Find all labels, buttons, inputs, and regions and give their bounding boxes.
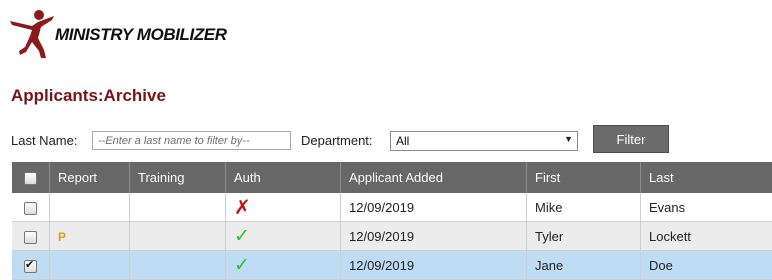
first-name-cell: Tyler	[527, 222, 641, 251]
filter-bar: Last Name: Department: All ▼ Filter	[11, 125, 771, 155]
auth-approved-icon: ✓	[234, 226, 250, 247]
training-cell	[130, 222, 226, 251]
last-name-label: Last Name:	[11, 133, 77, 148]
report-flag[interactable]: P	[58, 230, 66, 244]
column-header-applicant-added[interactable]: Applicant Added	[341, 162, 527, 193]
row-checkbox[interactable]	[24, 231, 37, 244]
table-header-row: Report Training Auth Applicant Added Fir…	[12, 162, 772, 193]
applicant-added-cell: 12/09/2019	[341, 222, 527, 251]
applicant-added-cell: 12/09/2019	[341, 193, 527, 222]
row-select-cell	[12, 222, 50, 251]
column-header-report[interactable]: Report	[50, 162, 130, 193]
chevron-down-icon: ▼	[564, 134, 573, 144]
department-selected-value: All	[396, 134, 409, 148]
select-all-header	[12, 162, 50, 193]
training-cell	[130, 251, 226, 280]
auth-approved-icon: ✓	[234, 255, 250, 276]
first-name-cell: Mike	[527, 193, 641, 222]
last-name-cell: Evans	[641, 193, 772, 222]
column-header-auth[interactable]: Auth	[226, 162, 341, 193]
app-logo[interactable]: MINISTRY MOBILIZER	[8, 8, 248, 63]
training-cell	[130, 193, 226, 222]
report-cell	[50, 193, 130, 222]
applicant-added-cell: 12/09/2019	[341, 251, 527, 280]
report-cell	[50, 251, 130, 280]
auth-cell: ✓	[226, 222, 341, 251]
column-header-first[interactable]: First	[527, 162, 641, 193]
auth-denied-icon: ✗	[234, 197, 251, 219]
table-row[interactable]: P ✓ 12/09/2019 Tyler Lockett	[12, 222, 772, 251]
last-name-cell: Lockett	[641, 222, 772, 251]
running-figure-icon	[8, 8, 56, 60]
auth-cell: ✗	[226, 193, 341, 222]
department-select[interactable]: All ▼	[390, 131, 578, 151]
row-select-cell	[12, 193, 50, 222]
row-select-cell	[12, 251, 50, 280]
report-cell: P	[50, 222, 130, 251]
applicants-table: Report Training Auth Applicant Added Fir…	[12, 162, 772, 280]
table-row[interactable]: ✗ 12/09/2019 Mike Evans	[12, 193, 772, 222]
page-title: Applicants:Archive	[11, 86, 166, 106]
select-all-checkbox[interactable]	[24, 172, 37, 185]
last-name-cell: Doe	[641, 251, 772, 280]
row-checkbox[interactable]	[24, 260, 37, 273]
column-header-last[interactable]: Last	[641, 162, 772, 193]
row-checkbox[interactable]	[24, 202, 37, 215]
column-header-training[interactable]: Training	[130, 162, 226, 193]
first-name-cell: Jane	[527, 251, 641, 280]
logo-text: MINISTRY MOBILIZER	[55, 25, 227, 45]
auth-cell: ✓	[226, 251, 341, 280]
filter-button[interactable]: Filter	[593, 125, 669, 153]
last-name-filter-input[interactable]	[92, 131, 291, 150]
table-row[interactable]: ✓ 12/09/2019 Jane Doe	[12, 251, 772, 280]
department-label: Department:	[301, 133, 373, 148]
